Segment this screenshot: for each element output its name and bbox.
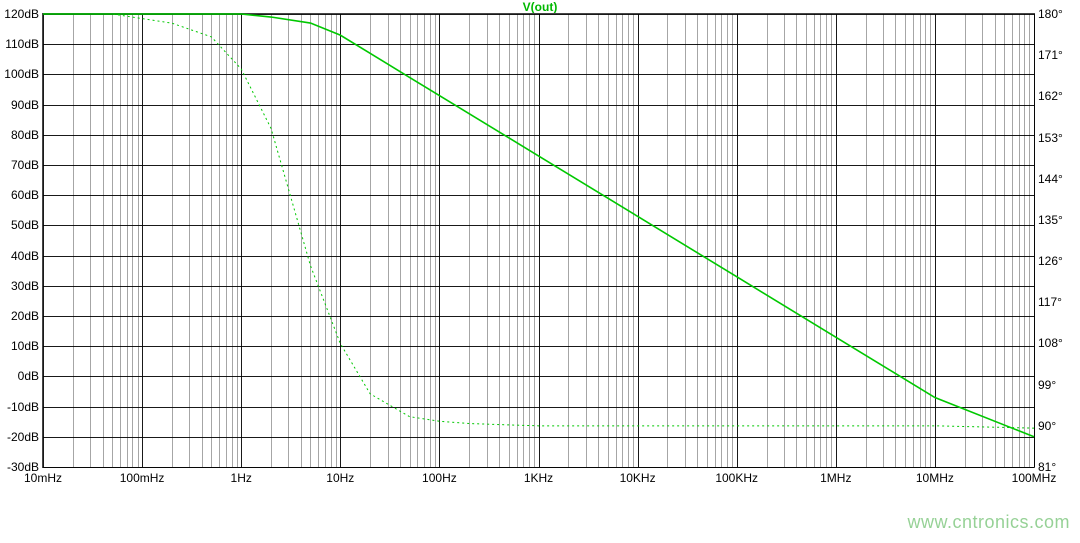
plot-area: 10mHz100mHz1Hz10Hz100Hz1KHz10KHz100KHz1M… [42,13,1035,468]
y-left-tick: 80dB [1,128,39,142]
y-right-tick: 99° [1038,378,1076,392]
y-left-tick: 20dB [1,309,39,323]
y-right-tick: 153° [1038,131,1076,145]
watermark: www.cntronics.com [907,512,1070,533]
y-right-tick: 108° [1038,336,1076,350]
y-right-tick: 90° [1038,419,1076,433]
y-right-tick: 135° [1038,213,1076,227]
y-left-tick: 10dB [1,339,39,353]
y-right-tick: 81° [1038,460,1076,474]
y-left-tick: -10dB [1,400,39,414]
y-left-tick: 50dB [1,218,39,232]
y-right-tick: 126° [1038,254,1076,268]
y-left-tick: 120dB [1,7,39,21]
y-right-tick: 180° [1038,7,1076,21]
x-tick: 10KHz [620,471,656,485]
y-left-tick: 0dB [1,369,39,383]
y-right-tick: 117° [1038,295,1076,309]
trace-phase_deg [43,14,1034,428]
x-tick: 100mHz [120,471,165,485]
chart-title: V(out) [0,0,1080,14]
x-tick: 1MHz [820,471,851,485]
y-right-tick: 162° [1038,89,1076,103]
x-tick: 1Hz [231,471,252,485]
y-left-tick: 30dB [1,279,39,293]
y-left-tick: 40dB [1,249,39,263]
x-tick: 10MHz [916,471,954,485]
y-left-tick: 90dB [1,98,39,112]
y-left-tick: 70dB [1,158,39,172]
x-tick: 100Hz [422,471,457,485]
x-tick: 1KHz [524,471,553,485]
y-left-tick: 100dB [1,67,39,81]
trace-magnitude_dB [43,14,1034,437]
y-left-tick: -30dB [1,460,39,474]
y-left-tick: 60dB [1,188,39,202]
y-left-tick: -20dB [1,430,39,444]
y-right-tick: 171° [1038,48,1076,62]
y-left-tick: 110dB [1,37,39,51]
x-tick: 100KHz [715,471,758,485]
x-tick: 10Hz [326,471,354,485]
y-right-tick: 144° [1038,172,1076,186]
